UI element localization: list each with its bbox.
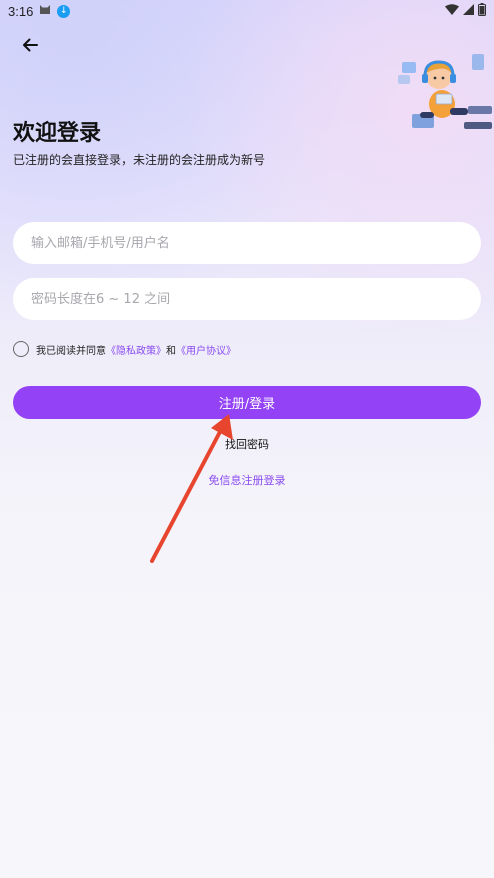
sms-login-label: 免信息注册登录: [208, 474, 286, 487]
back-button[interactable]: [16, 34, 44, 58]
battery-icon: [478, 3, 486, 19]
forgot-password-link[interactable]: 找回密码: [0, 436, 494, 452]
page-title: 欢迎登录: [13, 120, 102, 145]
forgot-password-label: 找回密码: [225, 438, 269, 451]
user-agreement-link[interactable]: 《用户协议》: [176, 346, 236, 357]
page-subtitle: 已注册的会直接登录，未注册的会注册成为新号: [13, 153, 266, 167]
agreement-row: 我已阅读并同意《隐私政策》和《用户协议》: [13, 341, 236, 357]
cat-icon: [39, 4, 51, 18]
account-input[interactable]: [13, 222, 481, 264]
sms-login-link[interactable]: 免信息注册登录: [0, 472, 494, 488]
agreement-connector: 和: [166, 345, 176, 357]
status-time: 3:16: [8, 3, 34, 19]
agreement-radio[interactable]: [13, 341, 29, 357]
arrow-left-icon: [22, 37, 38, 56]
privacy-policy-link[interactable]: 《隐私政策》: [106, 346, 166, 357]
agreement-prefix: 我已阅读并同意: [36, 345, 106, 357]
password-input[interactable]: [13, 278, 481, 320]
wifi-icon: [445, 4, 459, 18]
hero-illustration: [392, 42, 494, 138]
register-login-button[interactable]: 注册/登录: [13, 386, 481, 419]
status-bar: 3:16 ↓: [0, 0, 494, 22]
download-icon: ↓: [57, 4, 71, 18]
signal-icon: [463, 4, 474, 18]
